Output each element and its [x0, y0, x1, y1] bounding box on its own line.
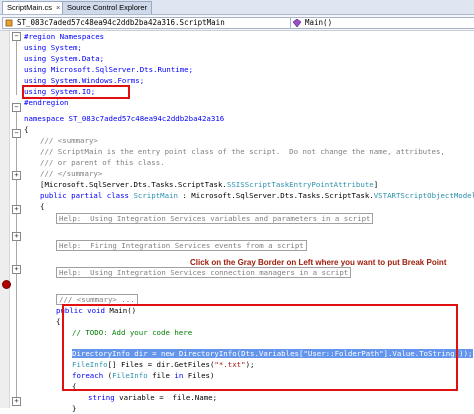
tab-source-control-explorer[interactable]: Source Control Explorer — [62, 1, 153, 14]
collapse-summary-icon[interactable]: − — [12, 129, 21, 138]
breakpoint-margin[interactable] — [0, 31, 10, 408]
expand-region-icon[interactable]: + — [12, 232, 21, 241]
class-dropdown[interactable]: ST_083c7aded57c48ea94c2ddb2ba42a316.Scri… — [2, 17, 302, 29]
collapse-namespace-icon[interactable]: − — [12, 103, 21, 112]
code-line: } — [72, 404, 77, 413]
code-line: { — [40, 202, 45, 211]
method-icon — [293, 19, 301, 27]
expand-region-icon[interactable]: + — [12, 205, 21, 214]
collapsed-region[interactable]: Help: Using Integration Services variabl… — [56, 213, 374, 224]
member-dropdown-value: Main() — [305, 18, 333, 27]
code-line: /// ScriptMain is the entry point class … — [40, 147, 445, 156]
code-line: /// </summary> — [40, 169, 103, 178]
code-line: #region Namespaces — [24, 32, 105, 41]
code-line: string variable = file.Name; — [88, 393, 218, 402]
annotation-box-using-io — [22, 85, 130, 99]
tab-label: Source Control Explorer — [67, 3, 148, 12]
member-dropdown[interactable]: Main() ▾ — [290, 17, 474, 29]
breakpoint-icon[interactable] — [2, 280, 11, 289]
class-icon — [5, 19, 13, 27]
code-line: { — [56, 317, 61, 326]
code-line: using System; — [24, 43, 82, 52]
annotation-text: Click on the Gray Border on Left where y… — [190, 258, 447, 267]
collapse-region-icon[interactable]: − — [12, 32, 21, 41]
expand-summary-icon[interactable]: + — [12, 265, 21, 274]
annotation-box-code-block — [62, 304, 458, 391]
tab-scriptmain[interactable]: ScriptMain.cs × — [2, 1, 66, 14]
code-line: { — [24, 125, 29, 134]
code-line: [Microsoft.SqlServer.Dts.Tasks.ScriptTas… — [40, 180, 379, 189]
document-tab-bar: ScriptMain.cs × Source Control Explorer — [0, 0, 474, 15]
close-icon[interactable]: × — [56, 3, 60, 12]
expand-region-icon[interactable]: + — [12, 171, 21, 180]
collapsed-region[interactable]: Help: Firing Integration Services events… — [56, 240, 307, 251]
code-line: using System.Data; — [24, 54, 105, 63]
code-line: namespace ST_083c7aded57c48ea94c2ddb2ba4… — [24, 114, 225, 123]
class-dropdown-value: ST_083c7aded57c48ea94c2ddb2ba42a316.Scri… — [17, 18, 225, 27]
code-line: using Microsoft.SqlServer.Dts.Runtime; — [24, 65, 194, 74]
code-line: /// or parent of this class. — [40, 158, 165, 167]
code-line: /// <summary> — [40, 136, 98, 145]
tab-label: ScriptMain.cs — [7, 3, 53, 12]
outlining-margin: − − − + + + + + — [12, 31, 21, 408]
expand-region-icon[interactable]: + — [12, 397, 21, 406]
code-line: public partial class ScriptMain : Micros… — [40, 191, 474, 200]
collapsed-region[interactable]: Help: Using Integration Services connect… — [56, 267, 352, 278]
navigation-bar: ST_083c7aded57c48ea94c2ddb2ba42a316.Scri… — [0, 15, 474, 31]
